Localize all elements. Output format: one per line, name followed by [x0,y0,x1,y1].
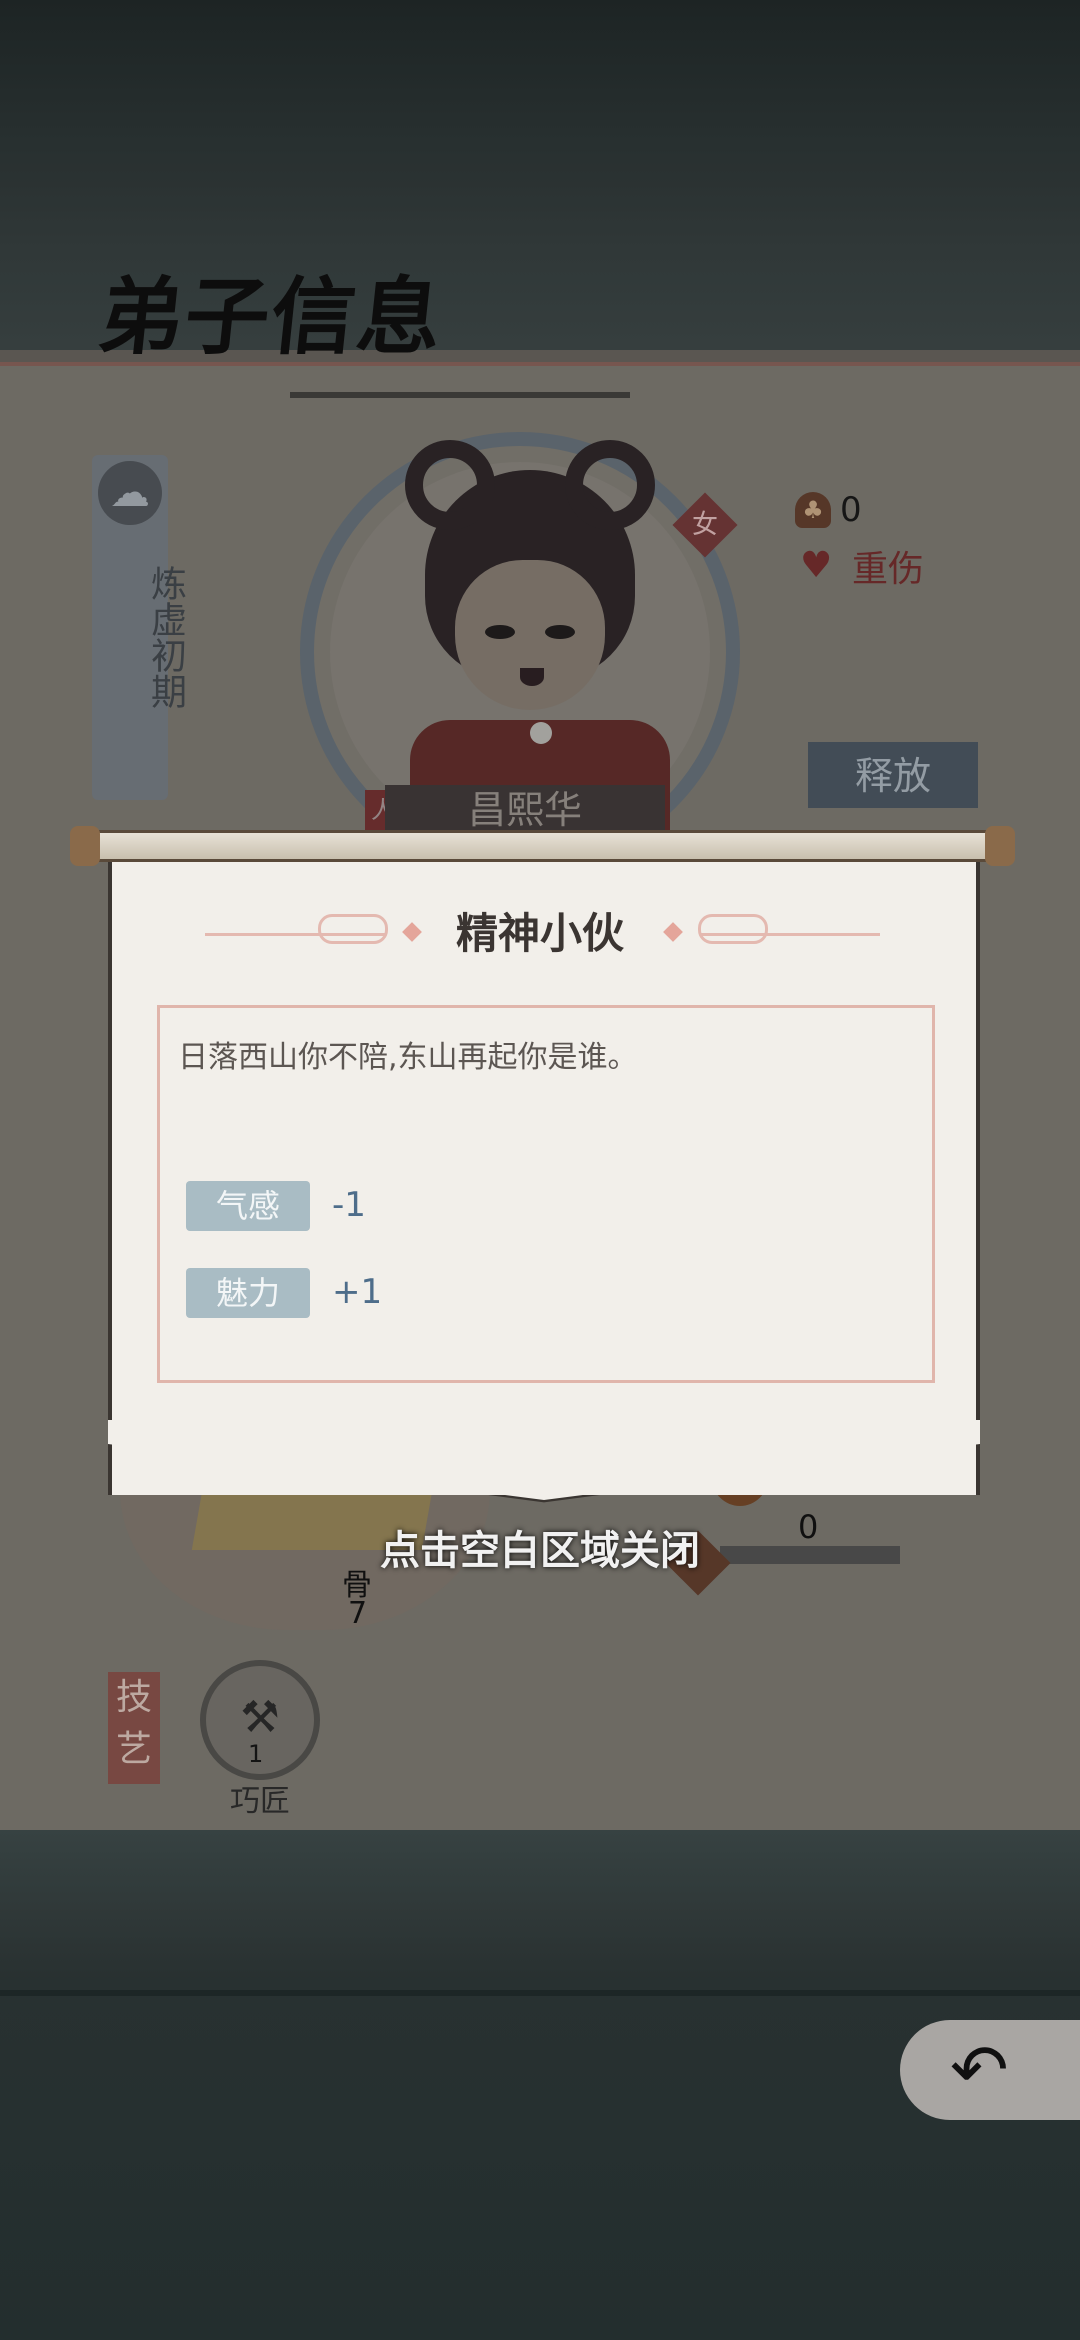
attribute-value: -1 [332,1185,366,1225]
scroll-rod [70,830,1015,862]
trait-title: 精神小伙 [455,909,624,958]
attribute-label: 魅力 [186,1268,310,1318]
attribute-value: +1 [332,1272,383,1312]
close-hint[interactable]: 点击空白区域关闭 [0,1518,1080,1576]
scroll-rod-cap-right [985,826,1015,866]
scroll-rod-cap-left [70,826,100,866]
attribute-label: 气感 [186,1181,310,1231]
trait-description: 日落西山你不陪,东山再起你是谁。 [178,1040,638,1075]
